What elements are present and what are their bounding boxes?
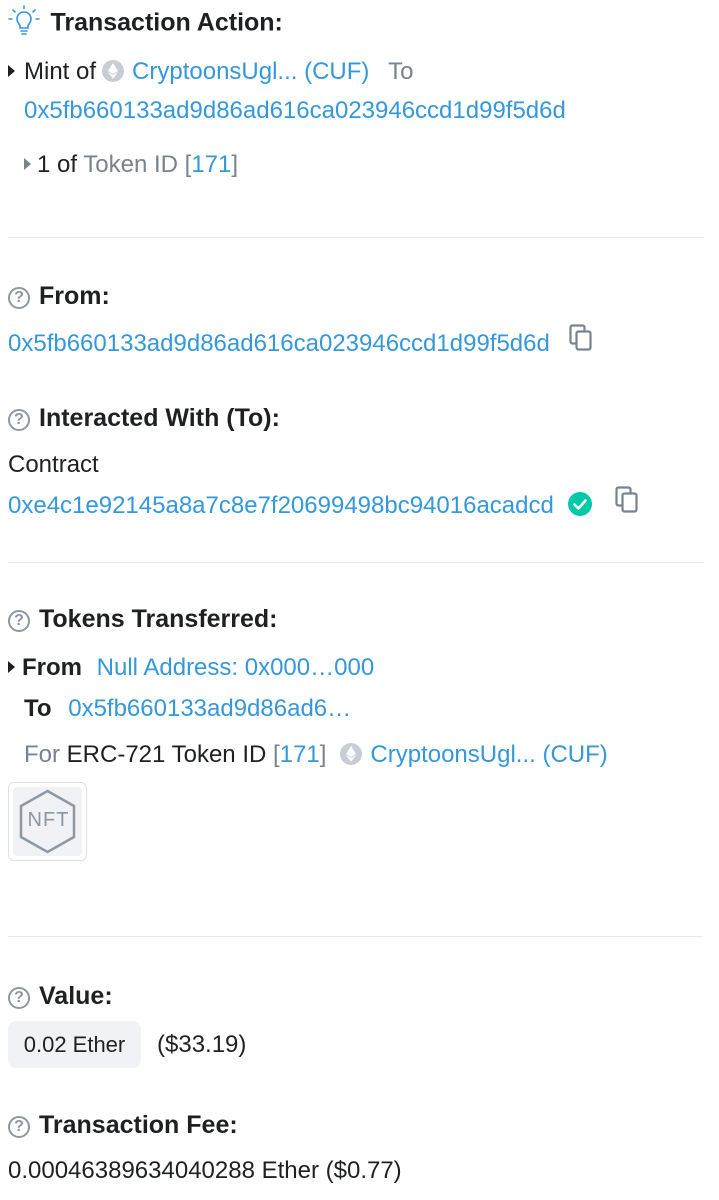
- contract-address-link[interactable]: 0xe4c1e92145a8a7c8e7f20699498bc94016acad…: [8, 492, 554, 519]
- token-id-bracket-close: ]: [231, 151, 239, 178]
- transaction-fee-amount: 0.00046389634040288 Ether ($0.77): [8, 1157, 402, 1184]
- transfer-to-row: To 0x5fb660133ad9d86ad6…: [24, 695, 351, 723]
- interacted-with-heading-row: ? Interacted With (To):: [8, 404, 280, 433]
- caret-right-icon[interactable]: [8, 660, 15, 673]
- token-count: 1 of: [37, 151, 78, 178]
- for-label: For: [24, 741, 60, 768]
- ethereum-icon: [340, 742, 363, 765]
- mint-to-address-link[interactable]: 0x5fb660133ad9d86ad616ca023946ccd1d99f5d…: [24, 97, 566, 125]
- transfer-for-row: For ERC-721 Token ID [171] CryptoonsUgl..…: [24, 741, 608, 769]
- transfer-from-row: From Null Address: 0x000…000: [8, 654, 374, 682]
- copy-icon[interactable]: [568, 324, 593, 359]
- question-circle-icon[interactable]: ?: [8, 1115, 30, 1138]
- copy-icon[interactable]: [614, 486, 639, 521]
- transfer-token-link[interactable]: CryptoonsUgl... (CUF): [370, 741, 607, 768]
- divider: [8, 936, 703, 937]
- transaction-action-heading: Transaction Action:: [50, 8, 283, 37]
- transfer-from-link[interactable]: Null Address: 0x000…000: [97, 654, 375, 681]
- question-circle-icon[interactable]: ?: [8, 609, 30, 632]
- token-count-row: 1 of Token ID [171]: [24, 151, 238, 179]
- question-circle-icon[interactable]: ?: [8, 286, 30, 309]
- caret-right-icon[interactable]: [8, 64, 15, 77]
- question-circle-icon[interactable]: ?: [8, 408, 30, 431]
- id-bracket-open: [: [273, 741, 280, 768]
- question-circle-icon[interactable]: ?: [8, 986, 30, 1009]
- nft-thumbnail[interactable]: NFT: [8, 782, 87, 861]
- contract-label: Contract: [8, 451, 99, 478]
- token-id-link[interactable]: 171: [191, 151, 231, 178]
- tokens-transferred-heading: Tokens Transferred:: [39, 605, 278, 633]
- transfer-from-label: From: [22, 654, 82, 681]
- erc-label: ERC-721 Token ID: [66, 741, 267, 768]
- check-circle-icon: [567, 491, 592, 516]
- token-id-label: Token ID: [83, 151, 178, 178]
- tokens-transferred-heading-row: ? Tokens Transferred:: [8, 605, 278, 634]
- caret-right-icon[interactable]: [24, 157, 31, 170]
- from-heading: From:: [39, 282, 110, 310]
- mint-of-label: Mint of: [24, 58, 97, 85]
- id-bracket-close: ]: [319, 741, 327, 768]
- mint-row: Mint of CryptoonsUgl... (CUF) To: [8, 58, 413, 86]
- lightbulb-icon: [8, 5, 40, 42]
- value-heading: Value:: [39, 982, 113, 1010]
- transaction-fee-heading: Transaction Fee:: [39, 1111, 238, 1139]
- from-address-link[interactable]: 0x5fb660133ad9d86ad616ca023946ccd1d99f5d…: [8, 330, 550, 357]
- mint-token-link[interactable]: CryptoonsUgl... (CUF): [132, 58, 369, 85]
- nft-label: NFT: [27, 809, 70, 831]
- value-amount-badge: 0.02 Ether: [8, 1021, 141, 1068]
- transfer-to-link[interactable]: 0x5fb660133ad9d86ad6…: [68, 695, 351, 722]
- from-heading-row: ? From:: [8, 282, 110, 311]
- ethereum-icon: [102, 59, 125, 82]
- contract-address-row: 0xe4c1e92145a8a7c8e7f20699498bc94016acad…: [8, 486, 639, 524]
- transfer-to-label: To: [24, 695, 52, 722]
- from-address-row: 0x5fb660133ad9d86ad616ca023946ccd1d99f5d…: [8, 324, 593, 362]
- divider: [8, 562, 703, 563]
- transaction-action-heading-row: Transaction Action:: [8, 5, 283, 45]
- transaction-fee-heading-row: ? Transaction Fee:: [8, 1111, 238, 1140]
- divider: [8, 237, 703, 238]
- interacted-with-heading: Interacted With (To):: [39, 404, 280, 432]
- value-usd: ($33.19): [157, 1031, 247, 1058]
- value-heading-row: ? Value:: [8, 982, 113, 1011]
- token-id-link[interactable]: 171: [280, 741, 320, 768]
- mint-to-label: To: [388, 58, 414, 85]
